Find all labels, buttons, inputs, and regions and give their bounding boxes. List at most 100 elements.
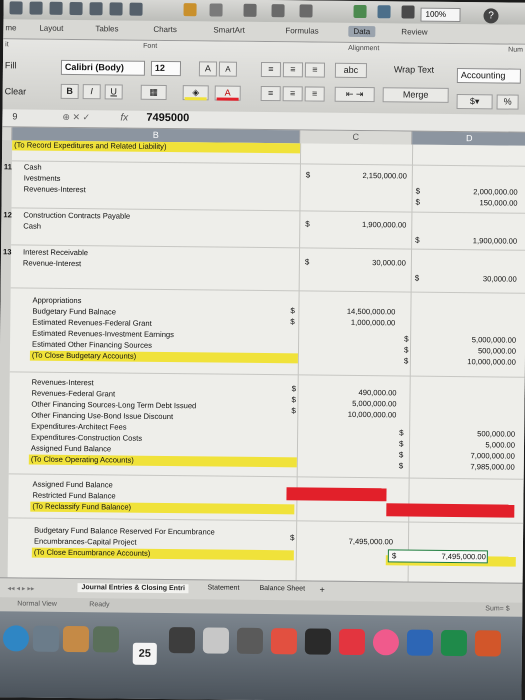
account-name: Cash <box>23 162 42 172</box>
print-icon[interactable] <box>49 1 63 15</box>
number-format-select[interactable]: Accounting <box>456 68 521 84</box>
sheet-nav-icon[interactable]: ◂◂ ◂ ▸ ▸▸ <box>7 584 34 592</box>
row-number: 12 <box>3 210 12 220</box>
game-icon[interactable] <box>304 628 332 655</box>
debit-amount: 1,900,000.00 <box>361 220 407 230</box>
bold-button[interactable]: B <box>60 83 79 100</box>
add-sheet-button[interactable]: + <box>319 585 324 595</box>
safari-icon[interactable] <box>2 625 30 652</box>
calendar-icon[interactable]: 25 <box>132 642 157 665</box>
gallery-icon[interactable] <box>353 4 367 19</box>
formula-input[interactable]: 7495000 <box>146 112 189 124</box>
powerpoint-icon[interactable] <box>474 630 502 657</box>
align-left-button[interactable]: ≡ <box>260 85 281 102</box>
clear-button[interactable]: Clear <box>5 85 51 98</box>
account-name: Assigned Fund Balance <box>32 479 113 490</box>
zoom-field[interactable]: 100% <box>420 7 461 23</box>
account-name: Cash <box>23 221 42 231</box>
music-icon[interactable] <box>372 629 400 656</box>
itunes-icon[interactable] <box>236 627 264 655</box>
new-icon[interactable] <box>9 1 23 15</box>
tab-formulas[interactable]: Formulas <box>285 26 318 35</box>
excel-icon[interactable] <box>440 629 468 657</box>
currency-sign: $ <box>305 170 311 180</box>
align-top-button[interactable]: ≡ <box>260 61 282 78</box>
align-middle-button[interactable]: ≡ <box>282 62 304 78</box>
currency-sign: $ <box>415 186 421 196</box>
undo-icon[interactable] <box>183 3 197 17</box>
name-box[interactable]: 9 <box>12 111 17 121</box>
corner-header[interactable] <box>2 127 13 141</box>
indent-button[interactable]: ⇤ ⇥ <box>334 86 375 103</box>
currency-sign: $ <box>398 461 404 471</box>
account-name: Revenue-Interest <box>22 258 82 269</box>
pdf-icon[interactable] <box>338 628 366 656</box>
sheet-tab-balance[interactable]: Balance Sheet <box>259 585 305 592</box>
media-icon[interactable] <box>401 5 415 19</box>
underline-button[interactable]: U <box>104 84 123 100</box>
word-icon[interactable] <box>406 629 434 656</box>
cut-icon[interactable] <box>69 1 83 16</box>
credit-amount: 5,000,000.00 <box>471 335 517 345</box>
sheet-tab-journal[interactable]: Journal Entries & Closing Entri <box>77 583 190 594</box>
currency-sign: $ <box>291 395 296 405</box>
finder-icon[interactable] <box>168 627 196 654</box>
tab-charts[interactable]: Charts <box>153 25 177 34</box>
copy-icon[interactable] <box>89 2 103 16</box>
sheet-tab-statement[interactable]: Statement <box>207 584 239 591</box>
fill-color-swatch <box>184 97 207 101</box>
tab-smartart[interactable]: SmartArt <box>213 25 245 34</box>
format-painter-icon[interactable] <box>129 2 143 16</box>
paste-icon[interactable] <box>109 2 123 16</box>
notes-icon[interactable] <box>92 626 120 653</box>
currency-sign: $ <box>415 197 421 207</box>
tab-tables[interactable]: Tables <box>95 24 118 33</box>
fill-button[interactable]: Fill <box>5 59 43 72</box>
sort-icon[interactable] <box>271 4 285 18</box>
currency-sign: $ <box>291 384 297 394</box>
font-size-select[interactable]: 12 <box>150 60 182 77</box>
save-icon[interactable] <box>29 1 43 15</box>
photos-icon[interactable] <box>32 625 60 652</box>
tab-data[interactable]: Data <box>348 25 376 38</box>
align-center-button[interactable]: ≡ <box>282 86 303 102</box>
tab-home[interactable]: me <box>5 23 16 32</box>
merge-label: Merge <box>402 89 429 100</box>
font-name-select[interactable]: Calibri (Body) <box>60 59 146 76</box>
align-right-button[interactable]: ≡ <box>304 86 325 102</box>
credit-amount: 500,000.00 <box>477 429 516 439</box>
account-name: Revenues-Interest <box>31 377 94 388</box>
grow-font-button[interactable]: A <box>198 61 218 77</box>
column-header-d[interactable]: D <box>412 131 525 146</box>
wrap-text-button[interactable]: Wrap Text <box>377 63 451 79</box>
orientation-button[interactable]: abc <box>334 62 368 79</box>
contacts-icon[interactable] <box>62 625 90 653</box>
formula-controls-icon[interactable]: ⊕ ✕ ✓ <box>62 112 90 123</box>
column-header-c[interactable]: C <box>300 130 413 145</box>
italic-button[interactable]: I <box>82 84 101 100</box>
toolbox-icon[interactable] <box>377 5 391 19</box>
help-icon[interactable]: ? <box>483 8 499 24</box>
borders-button[interactable]: ▦ <box>140 84 167 100</box>
align-bottom-button[interactable]: ≡ <box>304 62 326 78</box>
normal-view-label[interactable]: Normal View <box>17 600 57 607</box>
tab-review[interactable]: Review <box>401 27 427 36</box>
shrink-font-button[interactable]: A <box>218 61 238 77</box>
credit-amount: 7,985,000.00 <box>470 462 515 472</box>
merge-button[interactable]: Merge <box>382 87 449 103</box>
currency-sign: $ <box>414 273 420 283</box>
currency-button[interactable]: $▾ <box>456 94 493 110</box>
tab-layout[interactable]: Layout <box>39 24 63 33</box>
photo-booth-icon[interactable] <box>270 628 298 655</box>
percent-button[interactable]: % <box>496 94 519 110</box>
function-icon[interactable]: fx <box>120 112 128 123</box>
autosum-icon[interactable] <box>243 3 257 17</box>
credit-amount: 30,000.00 <box>482 274 517 284</box>
preview-icon[interactable] <box>202 627 230 654</box>
ready-label: Ready <box>89 601 110 609</box>
account-name: Estimated Revenues-Federal Grant <box>32 317 152 328</box>
redo-icon[interactable] <box>209 3 223 17</box>
account-name: Budgetary Fund Balnace <box>32 306 117 317</box>
red-highlight-debit <box>286 487 387 502</box>
filter-icon[interactable] <box>299 4 313 18</box>
